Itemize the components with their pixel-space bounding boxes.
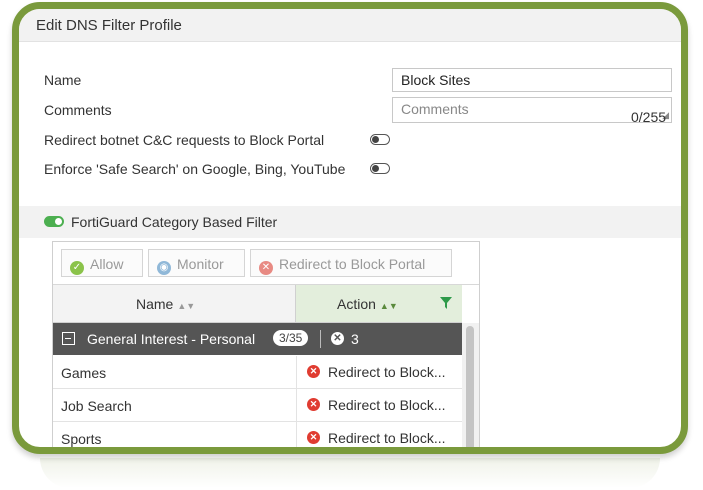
- name-label: Name: [44, 72, 82, 88]
- allow-button-label: Allow: [90, 256, 124, 272]
- sort-icon: ▲▼: [177, 301, 196, 311]
- redirect-botnet-label: Redirect botnet C&C requests to Block Po…: [44, 132, 325, 148]
- dialog-frame: Edit DNS Filter Profile Name Block Sites…: [12, 2, 688, 454]
- frame-reflection: [40, 458, 660, 488]
- action-toolbar: ✓ Allow ◉ Monitor ✕ Redirect to Block Porta…: [53, 242, 479, 285]
- row-name: Games: [61, 365, 107, 381]
- group-divider: [320, 330, 321, 348]
- safe-search-toggle[interactable]: [370, 163, 390, 174]
- row-action[interactable]: ✕ Redirect to Block...: [296, 356, 463, 388]
- column-name-label: Name: [136, 296, 174, 312]
- group-count-badge: 3/35: [273, 330, 309, 346]
- safe-search-label: Enforce 'Safe Search' on Google, Bing, Y…: [44, 161, 346, 177]
- column-header-action[interactable]: Action ▲▼: [296, 285, 462, 323]
- comments-counter: 0/255: [631, 109, 667, 125]
- category-table: ✓ Allow ◉ Monitor ✕ Redirect to Block Porta…: [52, 241, 480, 447]
- row-name: Job Search: [61, 398, 132, 414]
- dialog-title: Edit DNS Filter Profile: [36, 17, 182, 34]
- redirect-button[interactable]: ✕ Redirect to Block Portal: [250, 249, 452, 277]
- column-action-label: Action: [337, 296, 376, 312]
- category-group-row[interactable]: General Interest - Personal 3/35 ✕ 3: [53, 323, 462, 355]
- table-row[interactable]: Job Search ✕ Redirect to Block...: [53, 389, 462, 422]
- row-action-label: Redirect to Block...: [328, 430, 446, 446]
- fortiguard-toggle[interactable]: [44, 216, 64, 227]
- monitor-button[interactable]: ◉ Monitor: [148, 249, 245, 277]
- redirect-botnet-toggle[interactable]: [370, 134, 390, 145]
- row-action-label: Redirect to Block...: [328, 397, 446, 413]
- name-input[interactable]: Block Sites: [392, 68, 672, 92]
- column-header-name[interactable]: Name ▲▼: [53, 285, 296, 323]
- group-blocked-count: 3: [351, 331, 359, 347]
- comments-label: Comments: [44, 102, 112, 118]
- table-scrollbar[interactable]: [462, 323, 479, 447]
- table-row[interactable]: Sports ✕ Redirect to Block...: [53, 422, 463, 447]
- filter-icon[interactable]: [440, 297, 452, 309]
- redirect-icon: ✕: [307, 398, 320, 411]
- comments-textarea[interactable]: Comments ◢: [392, 97, 672, 123]
- scrollbar-thumb[interactable]: [466, 326, 474, 447]
- monitor-button-label: Monitor: [177, 256, 224, 272]
- eye-icon: ◉: [157, 261, 171, 275]
- fortiguard-label: FortiGuard Category Based Filter: [71, 214, 278, 230]
- sort-icon: ▲▼: [379, 301, 398, 311]
- check-icon: ✓: [70, 261, 84, 275]
- group-label: General Interest - Personal: [87, 331, 256, 347]
- redirect-icon: ✕: [307, 431, 320, 444]
- allow-button[interactable]: ✓ Allow: [61, 249, 143, 277]
- comments-placeholder: Comments: [401, 101, 469, 117]
- redirect-icon: ✕: [307, 365, 320, 378]
- collapse-icon[interactable]: [62, 332, 75, 345]
- fortiguard-section-header: FortiGuard Category Based Filter: [19, 206, 681, 238]
- row-action-label: Redirect to Block...: [328, 364, 446, 380]
- row-name: Sports: [61, 431, 102, 447]
- redirect-button-label: Redirect to Block Portal: [279, 256, 426, 272]
- table-row[interactable]: Games ✕ Redirect to Block...: [53, 356, 462, 389]
- dialog-titlebar: Edit DNS Filter Profile: [19, 9, 681, 42]
- blocked-icon: ✕: [331, 332, 344, 345]
- row-action[interactable]: ✕ Redirect to Block...: [296, 389, 463, 421]
- row-action[interactable]: ✕ Redirect to Block...: [296, 422, 463, 447]
- close-circle-icon: ✕: [259, 261, 273, 275]
